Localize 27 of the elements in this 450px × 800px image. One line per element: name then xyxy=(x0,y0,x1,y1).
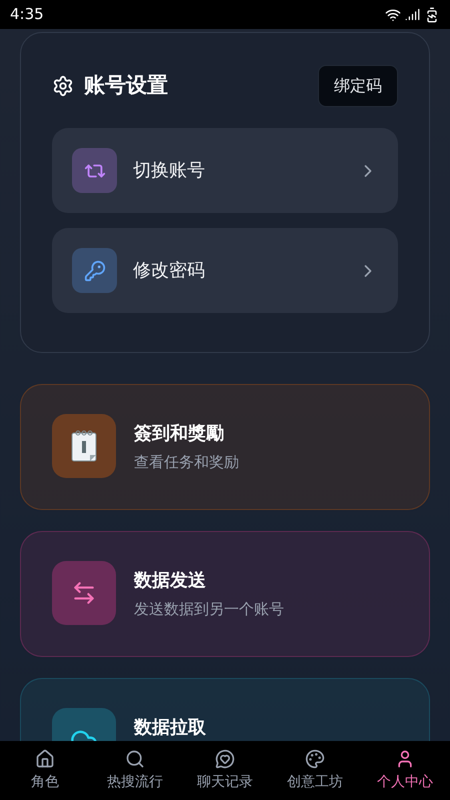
signal-icon xyxy=(405,7,420,22)
bind-code-button[interactable]: 绑定码 xyxy=(318,65,398,107)
feature-subtitle: 查看任务和奖励 xyxy=(134,452,239,473)
settings-row[interactable]: 修改密码 xyxy=(52,228,398,313)
calendar-icon xyxy=(70,429,98,463)
search-icon xyxy=(125,748,145,768)
nav-tab[interactable]: 角色 xyxy=(0,741,90,800)
settings-icon xyxy=(52,75,74,97)
status-time: 4:35 xyxy=(10,4,44,26)
feature-title: 数据发送 xyxy=(134,569,207,593)
home-icon xyxy=(35,748,55,768)
section-title: 账号设置 xyxy=(84,72,168,100)
feature-card[interactable]: 簽到和獎勵 查看任务和奖励 xyxy=(20,384,430,510)
row-label: 修改密码 xyxy=(133,259,206,283)
nav-tab[interactable]: 个人中心 xyxy=(360,741,450,800)
feature-subtitle: 发送数据到另一个账号 xyxy=(134,599,284,620)
feature-title: 簽到和獎勵 xyxy=(134,422,225,446)
palette-icon xyxy=(305,748,325,768)
row-label: 切换账号 xyxy=(133,159,206,183)
feature-title: 数据拉取 xyxy=(134,716,206,740)
nav-tab[interactable]: 热搜流行 xyxy=(90,741,180,800)
settings-row[interactable]: 切换账号 xyxy=(52,128,398,213)
nav-tab[interactable]: 聊天记录 xyxy=(180,741,270,800)
feature-card[interactable]: 数据发送 发送数据到另一个账号 xyxy=(20,531,430,657)
nav-tab[interactable]: 创意工坊 xyxy=(270,741,360,800)
wifi-icon xyxy=(385,6,401,22)
chat-heart-icon xyxy=(215,748,235,768)
